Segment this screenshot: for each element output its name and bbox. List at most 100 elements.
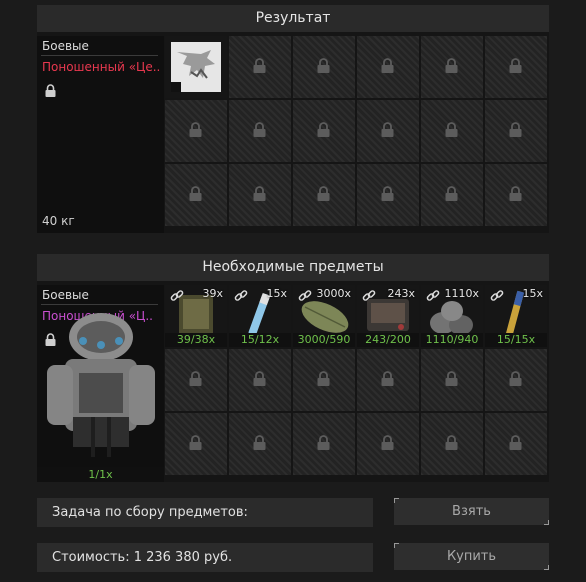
locked-slot[interactable]: [357, 36, 419, 98]
item-progress: 1110/940: [421, 333, 483, 347]
locked-slot[interactable]: [421, 349, 483, 411]
item-count: 15x: [522, 287, 543, 300]
lock-icon: [317, 435, 330, 454]
lock-icon: [317, 58, 330, 77]
locked-slot[interactable]: [229, 36, 291, 98]
lock-icon: [445, 122, 458, 141]
result-item-name: Поношенный «Це..: [42, 60, 161, 74]
locked-slot[interactable]: [165, 164, 227, 226]
lock-icon: [445, 58, 458, 77]
required-title: Необходимые предметы: [37, 254, 549, 281]
link-icon: [298, 288, 312, 307]
locked-slot[interactable]: [357, 413, 419, 475]
locked-slot[interactable]: [293, 413, 355, 475]
locked-slot[interactable]: [357, 100, 419, 162]
result-item-info[interactable]: Боевые Поношенный «Це.. 40 кг: [37, 36, 164, 233]
locked-slot[interactable]: [293, 164, 355, 226]
required-item-slot[interactable]: 39x 39/38x: [165, 285, 227, 347]
lock-icon: [189, 435, 202, 454]
locked-slot[interactable]: [421, 413, 483, 475]
item-count: 243x: [387, 287, 415, 300]
lock-icon: [445, 186, 458, 205]
lock-icon: [381, 58, 394, 77]
take-button[interactable]: Взять: [394, 498, 549, 525]
item-progress: 39/38x: [165, 333, 227, 347]
locked-slot[interactable]: [421, 36, 483, 98]
required-item-progress: 1/1x: [37, 467, 164, 482]
lock-icon: [253, 186, 266, 205]
locked-slot[interactable]: [229, 349, 291, 411]
locked-slot[interactable]: [293, 36, 355, 98]
result-slot-grid: [165, 36, 547, 226]
divider: [41, 304, 158, 305]
locked-slot[interactable]: [357, 349, 419, 411]
required-item-slot[interactable]: 243x 243/200: [357, 285, 419, 347]
lock-icon: [253, 435, 266, 454]
item-progress: 15/12x: [229, 333, 291, 347]
lock-icon: [317, 186, 330, 205]
item-progress: 3000/590: [293, 333, 355, 347]
task-field: Задача по сбору предметов:: [37, 498, 373, 527]
corner-decoration: [394, 498, 399, 503]
lock-icon: [381, 371, 394, 390]
buy-button[interactable]: Купить: [394, 543, 549, 570]
required-slot-grid: 39x 39/38x 15x 15/12x 3000x 3000/590 243x 243/2…: [165, 285, 547, 475]
link-icon: [234, 288, 248, 307]
lock-icon: [445, 435, 458, 454]
lock-icon: [189, 186, 202, 205]
result-panel: Результат Боевые Поношенный «Це.. 40 кг: [37, 5, 549, 233]
locked-slot[interactable]: [485, 349, 547, 411]
corner-decoration: [544, 565, 549, 570]
result-item-slot[interactable]: [165, 36, 227, 98]
lock-icon: [509, 435, 522, 454]
locked-slot[interactable]: [165, 349, 227, 411]
locked-slot[interactable]: [485, 100, 547, 162]
result-title: Результат: [37, 5, 549, 32]
required-item-slot[interactable]: 15x 15/15x: [485, 285, 547, 347]
lock-icon: [509, 58, 522, 77]
locked-slot[interactable]: [485, 164, 547, 226]
locked-slot[interactable]: [229, 100, 291, 162]
lock-icon: [381, 122, 394, 141]
item-count: 1110x: [444, 287, 479, 300]
locked-slot[interactable]: [485, 36, 547, 98]
lock-icon: [189, 371, 202, 390]
take-button-label: Взять: [452, 504, 491, 519]
locked-slot[interactable]: [165, 413, 227, 475]
camo-armor-item-icon: [171, 42, 221, 92]
locked-slot[interactable]: [357, 164, 419, 226]
result-category: Боевые: [42, 39, 89, 53]
required-item-slot[interactable]: 3000x 3000/590: [293, 285, 355, 347]
locked-slot[interactable]: [229, 164, 291, 226]
lock-icon: [509, 371, 522, 390]
item-progress: 15/15x: [485, 333, 547, 347]
lock-icon: [509, 186, 522, 205]
lock-icon: [189, 122, 202, 141]
corner-decoration: [394, 543, 399, 548]
locked-slot[interactable]: [165, 100, 227, 162]
locked-slot[interactable]: [485, 413, 547, 475]
required-item-info[interactable]: Боевые Поношенный «Ц.. 1/1x: [37, 285, 164, 482]
item-progress: 243/200: [357, 333, 419, 347]
result-weight: 40 кг: [42, 214, 75, 228]
locked-slot[interactable]: [293, 100, 355, 162]
locked-slot[interactable]: [421, 164, 483, 226]
item-count: 3000x: [316, 287, 351, 300]
corner-decoration: [544, 520, 549, 525]
exoskeleton-armor-icon: [47, 313, 155, 457]
item-count: 39x: [202, 287, 223, 300]
locked-slot[interactable]: [229, 413, 291, 475]
lock-icon: [45, 84, 56, 97]
lock-icon: [317, 371, 330, 390]
link-icon: [170, 288, 184, 307]
link-icon: [426, 288, 440, 307]
locked-slot[interactable]: [421, 100, 483, 162]
locked-slot[interactable]: [293, 349, 355, 411]
item-count: 15x: [266, 287, 287, 300]
cost-field: Стоимость: 1 236 380 руб.: [37, 543, 373, 572]
required-item-slot[interactable]: 1110x 1110/940: [421, 285, 483, 347]
required-item-slot[interactable]: 15x 15/12x: [229, 285, 291, 347]
link-icon: [362, 288, 376, 307]
required-panel: Необходимые предметы Боевые Поношенный «…: [37, 254, 549, 482]
lock-icon: [253, 122, 266, 141]
